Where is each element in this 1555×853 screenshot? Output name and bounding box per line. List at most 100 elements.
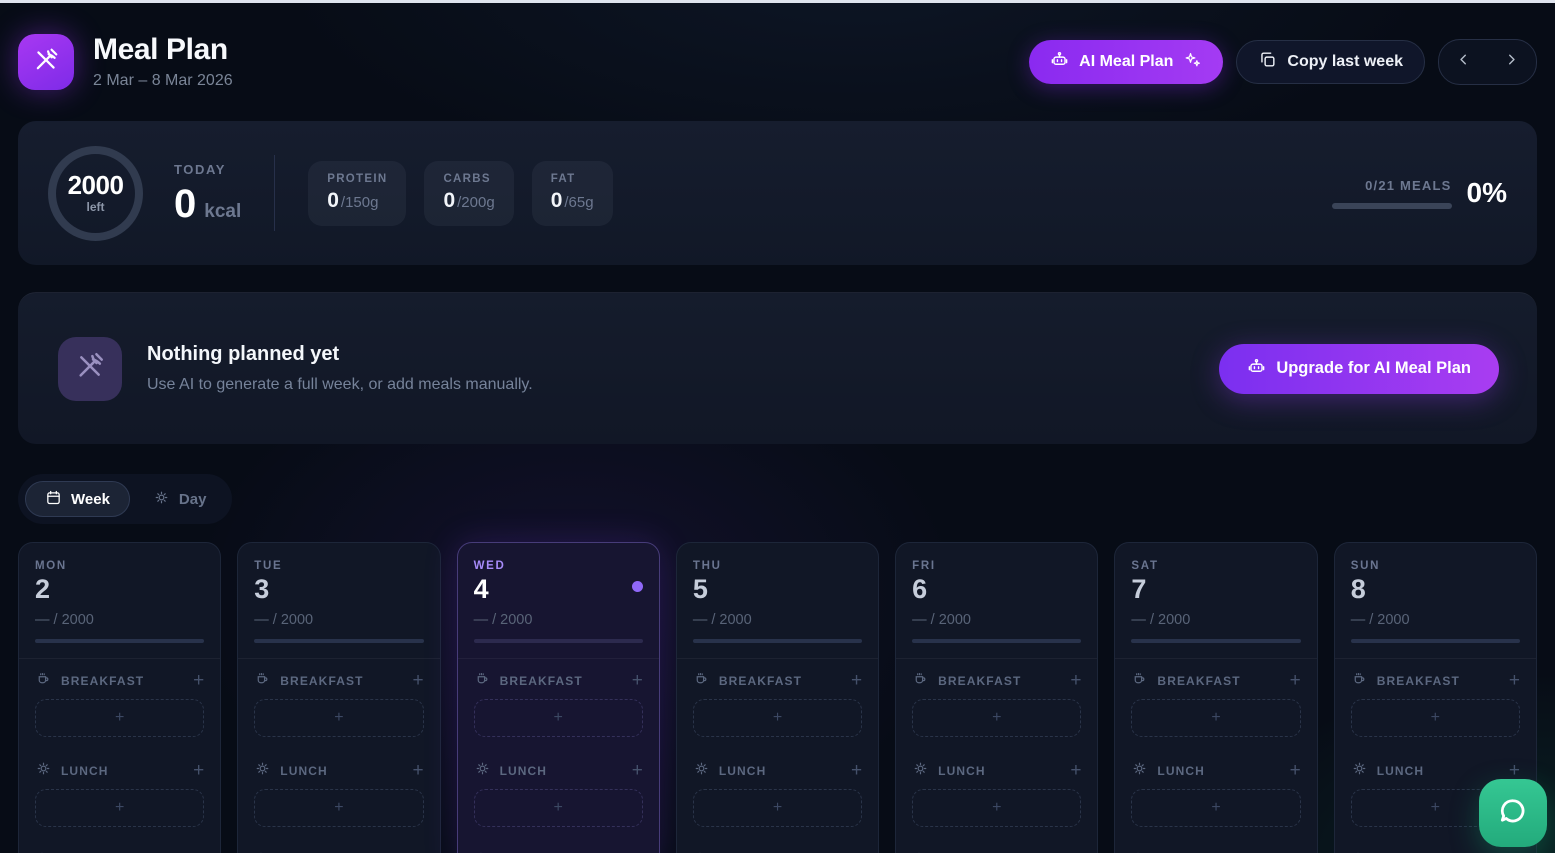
day-date: 5	[693, 576, 862, 603]
empty-meal-slot[interactable]: +	[1351, 699, 1520, 737]
meal-label: BREAKFAST	[938, 674, 1021, 688]
day-meals: BREAKFAST + + LUNCH + + DINNER +	[896, 659, 1097, 853]
add-meal-button[interactable]: +	[632, 761, 643, 780]
plus-icon: +	[1211, 709, 1220, 727]
moon-icon	[1351, 850, 1368, 853]
meal-label: LUNCH	[938, 764, 986, 778]
meal-label: LUNCH	[280, 764, 328, 778]
chat-support-button[interactable]	[1479, 779, 1547, 847]
ai-meal-plan-button[interactable]: AI Meal Plan	[1029, 40, 1223, 84]
meal-plan-page: Meal Plan 2 Mar – 8 Mar 2026 AI Meal Pla…	[0, 0, 1555, 853]
calories-left-label: left	[87, 200, 105, 214]
meal-section-breakfast: BREAKFAST + +	[896, 659, 1097, 737]
week-grid: MON 2 — / 2000 BREAKFAST + + LUNCH + +	[18, 542, 1537, 853]
day-name: TUE	[254, 560, 423, 572]
empty-state-icon	[58, 337, 122, 401]
day-column-tue[interactable]: TUE 3 — / 2000 BREAKFAST + + LUNCH + +	[237, 542, 440, 853]
tab-day-view[interactable]: Day	[134, 481, 226, 517]
add-meal-button[interactable]: +	[851, 671, 862, 690]
add-meal-button[interactable]: +	[1509, 671, 1520, 690]
meal-label: BREAKFAST	[500, 674, 583, 688]
day-date: 3	[254, 576, 423, 603]
tab-week-view[interactable]: Week	[25, 481, 130, 517]
previous-week-button[interactable]	[1439, 40, 1488, 84]
meal-section-breakfast: BREAKFAST + +	[238, 659, 439, 737]
empty-meal-slot[interactable]: +	[35, 789, 204, 827]
week-date-range: 2 Mar – 8 Mar 2026	[93, 72, 233, 90]
plus-icon: +	[1431, 709, 1440, 727]
meal-label: BREAKFAST	[280, 674, 363, 688]
empty-meal-slot[interactable]: +	[1131, 699, 1300, 737]
meal-label: BREAKFAST	[1157, 674, 1240, 688]
day-meals: BREAKFAST + + LUNCH + + DINNER +	[677, 659, 878, 853]
day-header: THU 5 — / 2000	[677, 543, 878, 659]
day-column-fri[interactable]: FRI 6 — / 2000 BREAKFAST + + LUNCH + +	[895, 542, 1098, 853]
day-calories: — / 2000	[35, 612, 204, 628]
day-progress-bar	[912, 639, 1081, 643]
empty-meal-slot[interactable]: +	[35, 699, 204, 737]
meal-section-lunch: LUNCH + +	[896, 749, 1097, 827]
meals-progress-percent: 0%	[1467, 177, 1507, 209]
meal-label: BREAKFAST	[1377, 674, 1460, 688]
moon-icon	[912, 850, 929, 853]
today-kcal-block: TODAY 0 kcal	[174, 162, 241, 224]
add-meal-button[interactable]: +	[1070, 671, 1081, 690]
meal-label: LUNCH	[500, 764, 548, 778]
empty-meal-slot[interactable]: +	[1131, 789, 1300, 827]
day-header: MON 2 — / 2000	[19, 543, 220, 659]
chat-bubble-icon	[1497, 795, 1529, 832]
empty-meal-slot[interactable]: +	[474, 699, 643, 737]
plus-icon: +	[334, 709, 343, 727]
next-week-button[interactable]	[1488, 40, 1537, 84]
today-kcal-unit: kcal	[204, 201, 241, 223]
add-meal-button[interactable]: +	[1290, 671, 1301, 690]
day-column-sat[interactable]: SAT 7 — / 2000 BREAKFAST + + LUNCH + +	[1114, 542, 1317, 853]
meal-label: LUNCH	[61, 764, 109, 778]
meals-progress-bar	[1332, 203, 1452, 209]
moon-icon	[254, 850, 271, 853]
add-meal-button[interactable]: +	[851, 761, 862, 780]
plus-icon: +	[773, 709, 782, 727]
meal-section-lunch: LUNCH + +	[677, 749, 878, 827]
plus-icon: +	[1431, 799, 1440, 817]
upgrade-ai-meal-plan-button[interactable]: Upgrade for AI Meal Plan	[1219, 344, 1499, 394]
plus-icon: +	[115, 709, 124, 727]
plus-icon: +	[992, 799, 1001, 817]
add-meal-button[interactable]: +	[412, 671, 423, 690]
macro-label: PROTEIN	[327, 173, 387, 185]
empty-meal-slot[interactable]: +	[693, 699, 862, 737]
empty-meal-slot[interactable]: +	[693, 789, 862, 827]
empty-meal-slot[interactable]: +	[474, 789, 643, 827]
plus-icon: +	[554, 709, 563, 727]
empty-meal-slot[interactable]: +	[254, 699, 423, 737]
day-column-mon[interactable]: MON 2 — / 2000 BREAKFAST + + LUNCH + +	[18, 542, 221, 853]
add-meal-button[interactable]: +	[632, 671, 643, 690]
add-meal-button[interactable]: +	[412, 761, 423, 780]
day-header: WED 4 — / 2000	[458, 543, 659, 659]
macro-value: 0	[443, 189, 455, 213]
day-column-thu[interactable]: THU 5 — / 2000 BREAKFAST + + LUNCH + +	[676, 542, 879, 853]
add-meal-button[interactable]: +	[193, 671, 204, 690]
empty-meal-slot[interactable]: +	[254, 789, 423, 827]
plus-icon: +	[1211, 799, 1220, 817]
add-meal-button[interactable]: +	[1290, 761, 1301, 780]
sun-icon	[693, 760, 710, 782]
day-column-wed[interactable]: WED 4 — / 2000 BREAKFAST + + LUNCH + +	[457, 542, 660, 853]
moon-icon	[35, 850, 52, 853]
copy-last-week-button[interactable]: Copy last week	[1236, 40, 1425, 84]
macros-row: PROTEIN 0 /150g CARBS 0 /200g FAT	[308, 161, 612, 226]
sun-icon	[153, 489, 170, 510]
add-meal-button[interactable]: +	[1509, 761, 1520, 780]
plus-icon: +	[773, 799, 782, 817]
day-date: 8	[1351, 576, 1520, 603]
add-meal-button[interactable]: +	[193, 761, 204, 780]
day-progress-bar	[474, 639, 643, 643]
day-header: SAT 7 — / 2000	[1115, 543, 1316, 659]
empty-meal-slot[interactable]: +	[912, 699, 1081, 737]
day-header: FRI 6 — / 2000	[896, 543, 1097, 659]
day-name: SUN	[1351, 560, 1520, 572]
tab-week-label: Week	[71, 491, 110, 508]
empty-meal-slot[interactable]: +	[912, 789, 1081, 827]
macro-label: CARBS	[443, 173, 494, 185]
add-meal-button[interactable]: +	[1070, 761, 1081, 780]
